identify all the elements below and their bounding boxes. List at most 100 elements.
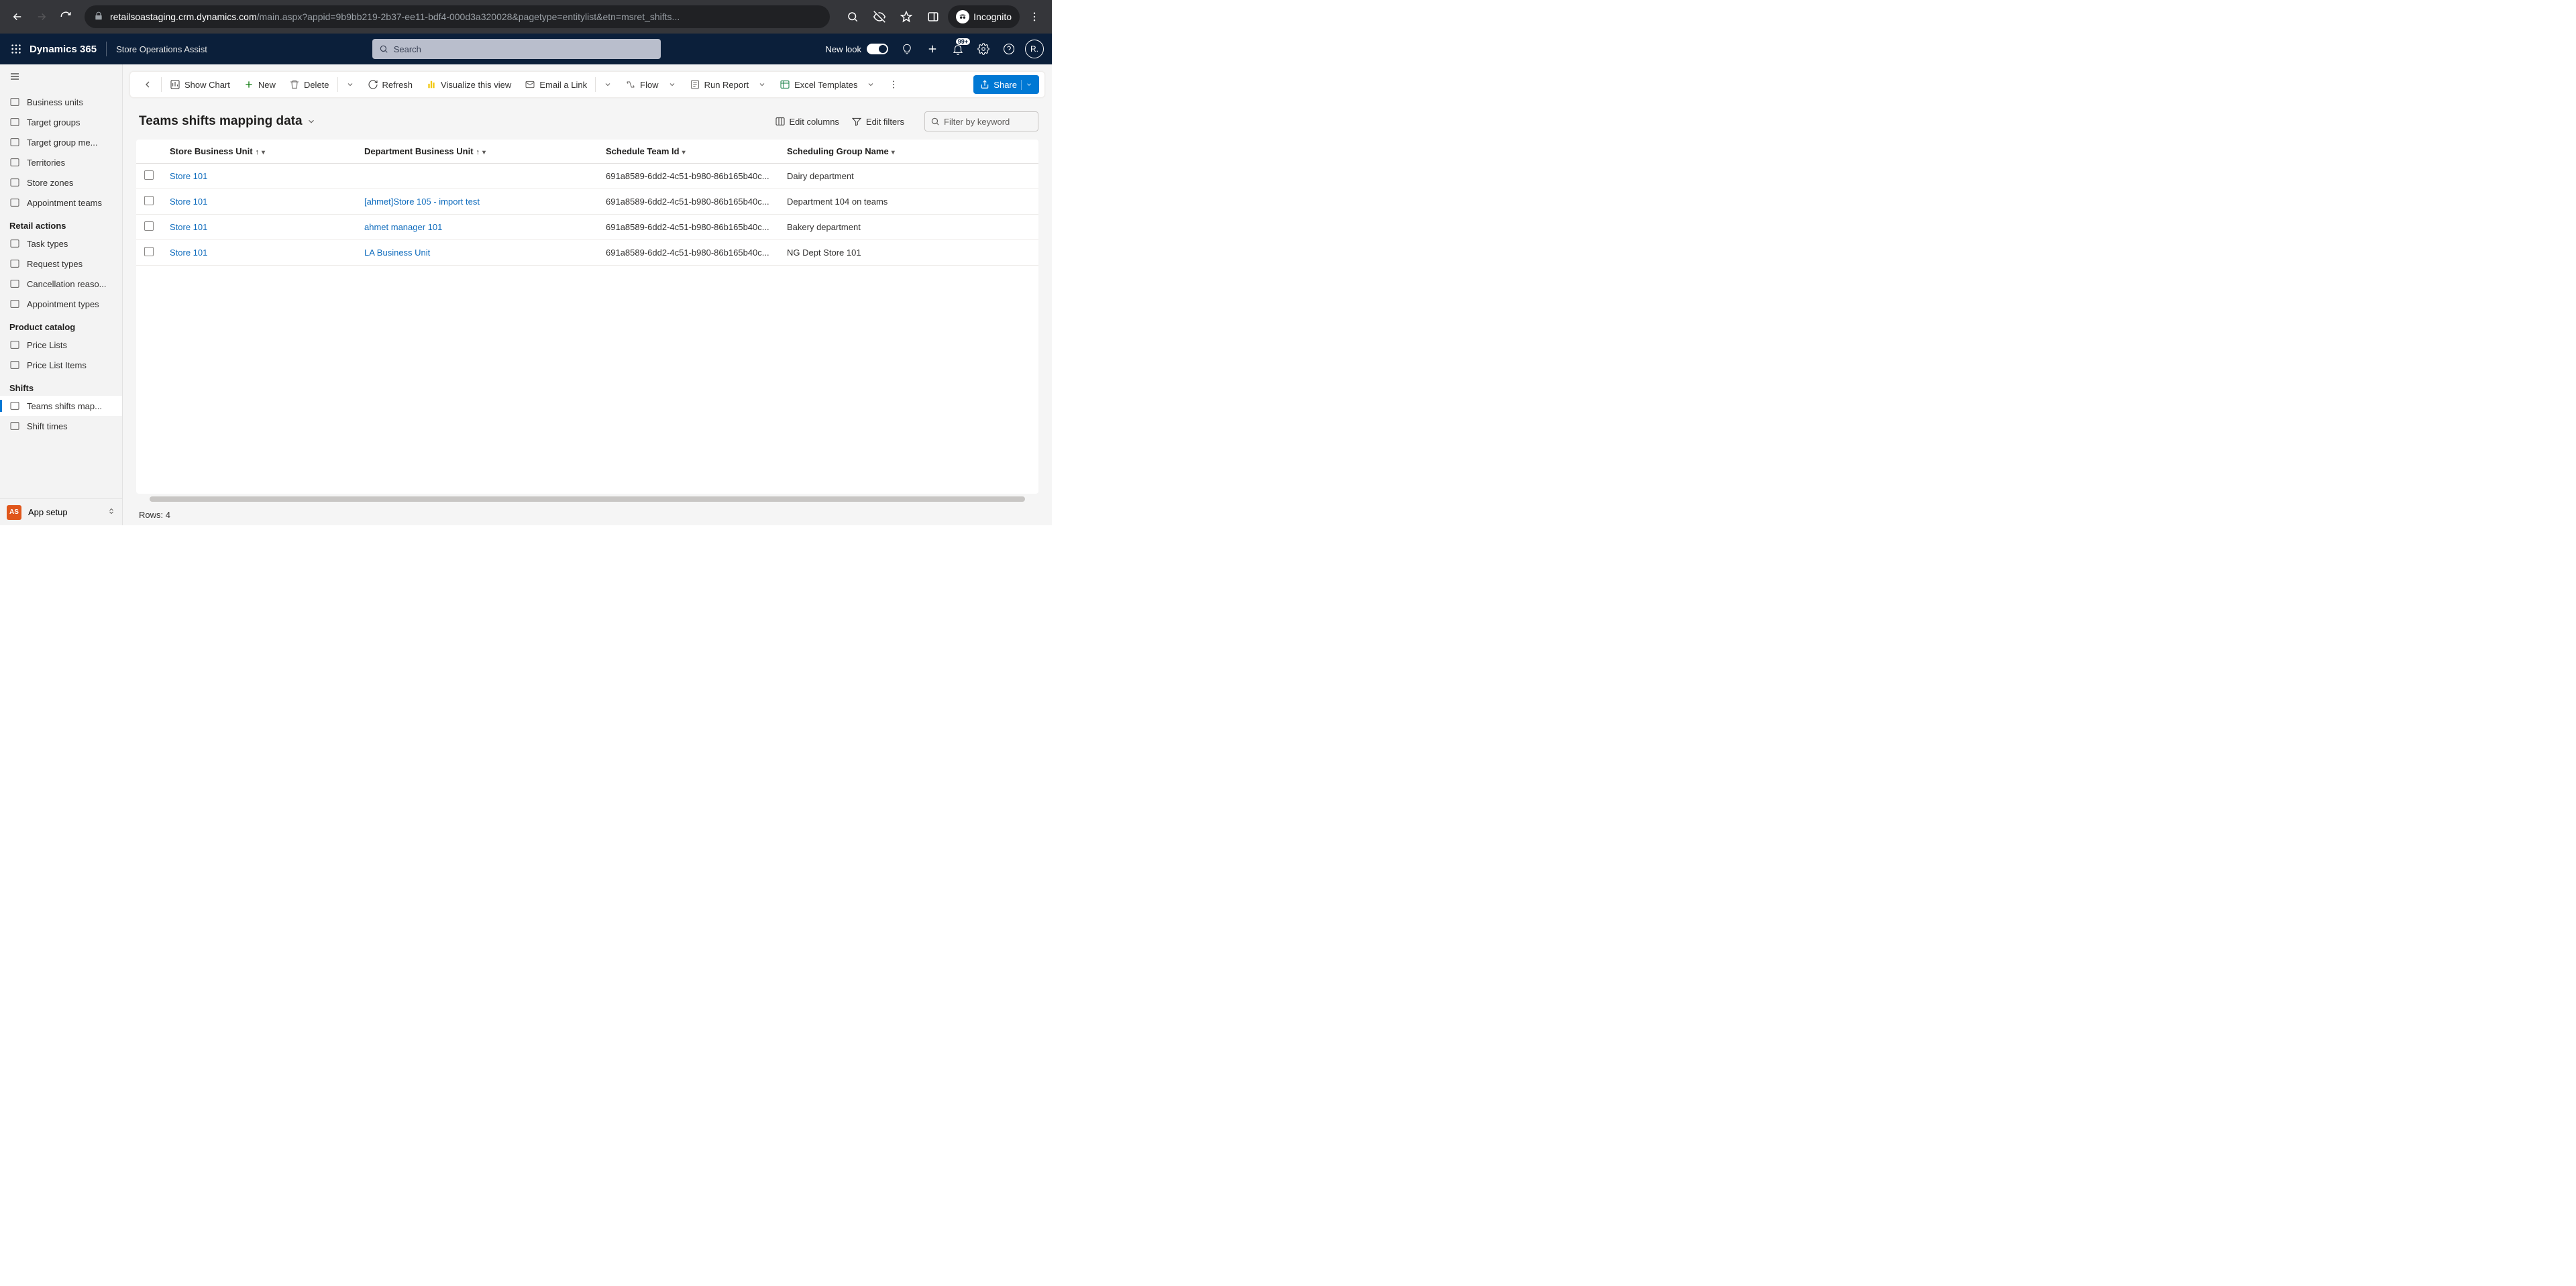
col-store[interactable]: Store Business Unit↑▾ bbox=[162, 140, 356, 164]
store-cell[interactable]: Store 101 bbox=[162, 189, 356, 215]
sidebar-item[interactable]: Price List Items bbox=[0, 355, 122, 375]
store-cell[interactable]: Store 101 bbox=[162, 240, 356, 266]
settings-icon[interactable] bbox=[973, 38, 994, 60]
sidebar-item[interactable]: Teams shifts map... bbox=[0, 396, 122, 416]
incognito-label: Incognito bbox=[973, 11, 1012, 22]
sidebar-item[interactable]: Appointment teams bbox=[0, 193, 122, 213]
nav-icon bbox=[9, 400, 20, 411]
more-icon[interactable] bbox=[1022, 5, 1046, 29]
sidebar-item-label: Request types bbox=[27, 259, 83, 269]
dept-cell[interactable] bbox=[356, 164, 598, 189]
new-look-toggle[interactable]: New look bbox=[826, 44, 888, 54]
table-row[interactable]: Store 101[ahmet]Store 105 - import test6… bbox=[136, 189, 1038, 215]
show-chart-button[interactable]: Show Chart bbox=[163, 71, 237, 98]
row-checkbox[interactable] bbox=[144, 170, 154, 180]
sidebar-item[interactable]: Target groups bbox=[0, 112, 122, 132]
eye-off-icon[interactable] bbox=[867, 5, 892, 29]
sort-asc-icon: ↑ bbox=[256, 148, 260, 156]
email-dropdown[interactable] bbox=[597, 71, 619, 98]
sidebar-item-label: Shift times bbox=[27, 421, 68, 431]
horizontal-scrollbar[interactable] bbox=[150, 496, 1025, 503]
status-rows: Rows: 4 bbox=[129, 504, 1045, 525]
excel-button[interactable]: Excel Templates bbox=[773, 71, 881, 98]
back-button[interactable] bbox=[5, 5, 30, 29]
section-shifts: Shifts bbox=[0, 375, 122, 396]
filter-input[interactable]: Filter by keyword bbox=[924, 111, 1038, 131]
lightbulb-icon[interactable] bbox=[896, 38, 918, 60]
app-launcher-icon[interactable] bbox=[7, 40, 25, 58]
dept-cell[interactable]: LA Business Unit bbox=[356, 240, 598, 266]
row-checkbox[interactable] bbox=[144, 247, 154, 256]
visualize-button[interactable]: Visualize this view bbox=[419, 71, 518, 98]
store-cell[interactable]: Store 101 bbox=[162, 215, 356, 240]
delete-dropdown[interactable] bbox=[339, 71, 361, 98]
sidebar-item[interactable]: Cancellation reaso... bbox=[0, 274, 122, 294]
group-cell: Dairy department bbox=[779, 164, 1038, 189]
col-team[interactable]: Schedule Team Id▾ bbox=[598, 140, 779, 164]
avatar[interactable]: R. bbox=[1024, 38, 1045, 60]
table-row[interactable]: Store 101ahmet manager 101691a8589-6dd2-… bbox=[136, 215, 1038, 240]
app-name[interactable]: Store Operations Assist bbox=[116, 44, 207, 54]
flow-button[interactable]: Flow bbox=[619, 71, 682, 98]
sidebar-item-label: Task types bbox=[27, 239, 68, 249]
back-command[interactable] bbox=[136, 71, 160, 98]
sidebar: Business unitsTarget groupsTarget group … bbox=[0, 64, 123, 525]
team-cell: 691a8589-6dd2-4c51-b980-86b165b40c... bbox=[598, 189, 779, 215]
refresh-button[interactable]: Refresh bbox=[361, 71, 420, 98]
help-icon[interactable] bbox=[998, 38, 1020, 60]
url-bar[interactable]: retailsoastaging.crm.dynamics.com/main.a… bbox=[85, 5, 830, 28]
sidebar-item[interactable]: Task types bbox=[0, 233, 122, 254]
sidebar-item[interactable]: Territories bbox=[0, 152, 122, 172]
star-icon[interactable] bbox=[894, 5, 918, 29]
global-search[interactable]: Search bbox=[372, 39, 661, 59]
sidebar-item-label: Territories bbox=[27, 158, 65, 168]
edit-filters-button[interactable]: Edit filters bbox=[851, 116, 904, 127]
email-button[interactable]: Email a Link bbox=[518, 71, 594, 98]
sidebar-item[interactable]: Price Lists bbox=[0, 335, 122, 355]
store-cell[interactable]: Store 101 bbox=[162, 164, 356, 189]
row-checkbox[interactable] bbox=[144, 196, 154, 205]
overflow-button[interactable] bbox=[881, 71, 906, 98]
app-switcher[interactable]: AS App setup bbox=[0, 498, 122, 525]
nav-icon bbox=[9, 97, 20, 107]
new-button[interactable]: New bbox=[237, 71, 282, 98]
edit-columns-button[interactable]: Edit columns bbox=[775, 116, 839, 127]
col-dept[interactable]: Department Business Unit↑▾ bbox=[356, 140, 598, 164]
sidebar-item[interactable]: Shift times bbox=[0, 416, 122, 436]
incognito-badge[interactable]: Incognito bbox=[948, 5, 1020, 28]
report-button[interactable]: Run Report bbox=[683, 71, 773, 98]
notifications-icon[interactable]: 99+ bbox=[947, 38, 969, 60]
trash-icon bbox=[289, 79, 300, 90]
sidebar-item[interactable]: Target group me... bbox=[0, 132, 122, 152]
nav-icon bbox=[9, 157, 20, 168]
chart-icon bbox=[170, 79, 180, 90]
nav-icon bbox=[9, 299, 20, 309]
select-all[interactable] bbox=[136, 140, 162, 164]
forward-button[interactable] bbox=[30, 5, 54, 29]
dept-cell[interactable]: ahmet manager 101 bbox=[356, 215, 598, 240]
row-checkbox[interactable] bbox=[144, 221, 154, 231]
add-icon[interactable] bbox=[922, 38, 943, 60]
team-cell: 691a8589-6dd2-4c51-b980-86b165b40c... bbox=[598, 164, 779, 189]
brand-label[interactable]: Dynamics 365 bbox=[30, 44, 97, 55]
table-row[interactable]: Store 101LA Business Unit691a8589-6dd2-4… bbox=[136, 240, 1038, 266]
dept-cell[interactable]: [ahmet]Store 105 - import test bbox=[356, 189, 598, 215]
delete-button[interactable]: Delete bbox=[282, 71, 336, 98]
lock-icon bbox=[94, 11, 103, 23]
section-retail: Retail actions bbox=[0, 213, 122, 233]
expand-icon bbox=[107, 507, 115, 517]
hamburger-icon[interactable] bbox=[0, 64, 122, 92]
zoom-icon[interactable] bbox=[841, 5, 865, 29]
sidebar-item[interactable]: Request types bbox=[0, 254, 122, 274]
share-button[interactable]: Share bbox=[973, 75, 1039, 94]
sidebar-item[interactable]: Appointment types bbox=[0, 294, 122, 314]
col-group[interactable]: Scheduling Group Name▾ bbox=[779, 140, 1038, 164]
data-grid: Store Business Unit↑▾ Department Busines… bbox=[136, 140, 1038, 266]
reload-button[interactable] bbox=[54, 5, 78, 29]
sidebar-item[interactable]: Store zones bbox=[0, 172, 122, 193]
sidebar-item[interactable]: Business units bbox=[0, 92, 122, 112]
table-row[interactable]: Store 101 691a8589-6dd2-4c51-b980-86b165b… bbox=[136, 164, 1038, 189]
nav-icon bbox=[9, 421, 20, 431]
panel-icon[interactable] bbox=[921, 5, 945, 29]
view-title[interactable]: Teams shifts mapping data bbox=[139, 114, 316, 129]
